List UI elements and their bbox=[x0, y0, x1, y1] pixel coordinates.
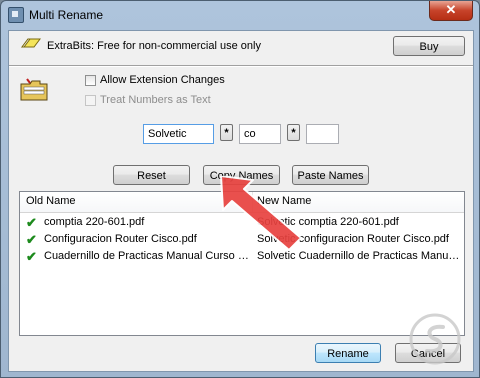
column-header-old-name[interactable]: Old Name bbox=[26, 195, 76, 207]
multi-rename-window: Multi Rename ✕ ExtraBits: Free for non-c… bbox=[0, 0, 480, 378]
copy-names-button[interactable]: Copy Names bbox=[203, 165, 280, 185]
reset-button[interactable]: Reset bbox=[113, 165, 190, 185]
allow-extension-label: Allow Extension Changes bbox=[100, 74, 225, 86]
checkmark-icon: ✔ bbox=[26, 249, 37, 264]
column-header-new-name[interactable]: New Name bbox=[257, 195, 311, 207]
dialog-body: ExtraBits: Free for non-commercial use o… bbox=[8, 30, 474, 372]
new-name: Solvetic comptia 220-601.pdf bbox=[257, 216, 399, 228]
rename-button[interactable]: Rename bbox=[315, 343, 381, 363]
close-button[interactable]: ✕ bbox=[429, 1, 473, 21]
prefix-input[interactable]: Solvetic bbox=[143, 124, 214, 144]
old-name: Configuracion Router Cisco.pdf bbox=[44, 233, 197, 245]
allow-extension-checkbox[interactable] bbox=[85, 75, 96, 86]
checkmark-icon: ✔ bbox=[26, 232, 37, 247]
window-title: Multi Rename bbox=[29, 8, 104, 22]
column-divider[interactable] bbox=[252, 192, 253, 212]
new-name: Solvetic Cuadernillo de Practicas Manual… bbox=[257, 250, 461, 262]
list-item[interactable]: ✔ Configuracion Router Cisco.pdf Solveti… bbox=[20, 231, 464, 248]
banner-divider bbox=[9, 65, 473, 67]
treat-numbers-label: Treat Numbers as Text bbox=[100, 94, 211, 106]
old-name: comptia 220-601.pdf bbox=[44, 216, 145, 228]
old-name: Cuadernillo de Practicas Manual Curso Ba… bbox=[44, 250, 254, 262]
paste-names-button[interactable]: Paste Names bbox=[292, 165, 369, 185]
folder-icon bbox=[20, 78, 48, 101]
treat-numbers-checkbox[interactable] bbox=[85, 95, 96, 106]
list-item[interactable]: ✔ comptia 220-601.pdf Solvetic comptia 2… bbox=[20, 214, 464, 231]
middle-input[interactable]: co bbox=[239, 124, 281, 144]
file-list[interactable]: Old Name New Name ✔ comptia 220-601.pdf … bbox=[19, 191, 465, 336]
app-icon bbox=[8, 7, 24, 23]
buy-button[interactable]: Buy bbox=[393, 36, 465, 56]
wildcard-button-2[interactable]: * bbox=[287, 124, 300, 141]
wildcard-button-1[interactable]: * bbox=[220, 124, 233, 141]
title-bar[interactable]: Multi Rename ✕ bbox=[1, 1, 479, 29]
banner-text: ExtraBits: Free for non-commercial use o… bbox=[47, 40, 261, 52]
list-item[interactable]: ✔ Cuadernillo de Practicas Manual Curso … bbox=[20, 248, 464, 265]
suffix-input[interactable] bbox=[306, 124, 339, 144]
new-name: Solvetic configuracion Router Cisco.pdf bbox=[257, 233, 449, 245]
list-header: Old Name New Name bbox=[20, 192, 464, 213]
cancel-button[interactable]: Cancel bbox=[395, 343, 461, 363]
eraser-pencil-icon bbox=[21, 38, 41, 48]
checkmark-icon: ✔ bbox=[26, 215, 37, 230]
